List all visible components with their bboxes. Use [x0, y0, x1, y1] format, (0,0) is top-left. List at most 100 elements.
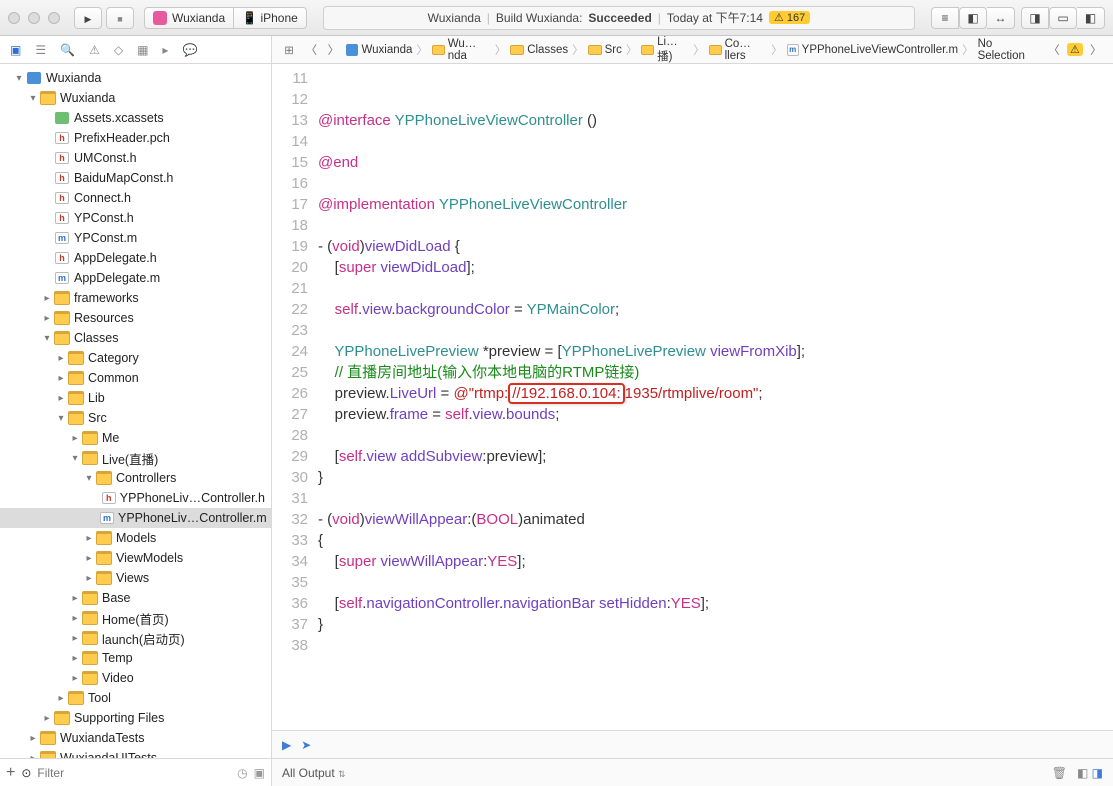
folder-icon — [82, 671, 98, 685]
tree-item-label: Wuxianda — [46, 71, 101, 85]
tree-item[interactable]: ▸WuxiandaTests — [0, 728, 271, 748]
folder-icon — [82, 451, 98, 465]
tree-item[interactable]: ▸Supporting Files — [0, 708, 271, 728]
output-selector[interactable]: All Output ⇅ — [282, 766, 346, 780]
forward-button[interactable]: 〉 — [324, 41, 342, 59]
filter-input[interactable] — [37, 766, 231, 780]
tree-item[interactable]: ▾Wuxianda — [0, 88, 271, 108]
back-button[interactable]: 〈 — [302, 41, 320, 59]
folder-icon — [588, 45, 602, 55]
tree-item[interactable]: ▾Classes — [0, 328, 271, 348]
version-editor-button[interactable]: ↔ — [987, 7, 1015, 29]
project-nav-tab[interactable]: ▣ — [10, 43, 21, 57]
split-console-icon-2[interactable]: ◨ — [1092, 766, 1103, 780]
standard-editor-button[interactable]: ≡ — [931, 7, 959, 29]
code-content[interactable]: @interface YPPhoneLiveViewController () … — [318, 64, 805, 730]
tree-item-label: YPConst.m — [74, 231, 137, 245]
test-nav-tab[interactable]: ◇ — [114, 43, 123, 57]
tree-item[interactable]: ▸Views — [0, 568, 271, 588]
tree-item[interactable]: ▾Wuxianda — [0, 68, 271, 88]
tree-item[interactable]: hYPConst.h — [0, 208, 271, 228]
warning-badge[interactable]: ⚠ 167 — [769, 11, 810, 24]
close-window[interactable] — [8, 12, 20, 24]
tree-item[interactable]: hPrefixHeader.pch — [0, 128, 271, 148]
h-file-icon: h — [54, 251, 70, 265]
tree-item[interactable]: ▸Lib — [0, 388, 271, 408]
toggle-debug-button[interactable]: ▭ — [1049, 7, 1077, 29]
tree-item[interactable]: ▸Category — [0, 348, 271, 368]
tree-item[interactable]: ▸Temp — [0, 648, 271, 668]
jump-prev-issue[interactable]: 〈 — [1045, 41, 1063, 59]
debug-nav-tab[interactable]: ▦ — [137, 43, 148, 57]
navigator-footer: + ⊙ ◷ ▣ — [0, 758, 271, 786]
report-nav-tab[interactable]: 💬 — [182, 43, 197, 57]
related-items-icon[interactable]: ⊞ — [280, 41, 298, 59]
folder-icon — [68, 391, 84, 405]
tree-item-label: YPPhoneLiv…Controller.m — [118, 511, 267, 525]
h-file-icon: h — [54, 171, 70, 185]
tree-item[interactable]: mAppDelegate.m — [0, 268, 271, 288]
tree-item[interactable]: ▸Tool — [0, 688, 271, 708]
minimize-window[interactable] — [28, 12, 40, 24]
folder-icon — [96, 531, 112, 545]
scm-icon[interactable]: ▣ — [254, 766, 265, 780]
tree-item-label: PrefixHeader.pch — [74, 131, 170, 145]
tree-item[interactable]: hBaiduMapConst.h — [0, 168, 271, 188]
folder-icon — [68, 351, 84, 365]
tree-item[interactable]: ▾Src — [0, 408, 271, 428]
stop-button[interactable] — [106, 7, 134, 29]
tree-item[interactable]: m YPPhoneLiv…Controller.m — [0, 508, 271, 528]
tree-item[interactable]: ▸Common — [0, 368, 271, 388]
folder-icon — [40, 91, 56, 105]
tree-item[interactable]: ▸ViewModels — [0, 548, 271, 568]
breakpoint-arrow-icon[interactable]: ➤ — [301, 738, 311, 752]
tree-item[interactable]: ▸Video — [0, 668, 271, 688]
file-tree[interactable]: ▾Wuxianda▾WuxiandaAssets.xcassetshPrefix… — [0, 64, 271, 758]
warning-icon[interactable]: ⚠ — [1067, 43, 1083, 56]
tree-item-label: AppDelegate.h — [74, 251, 157, 265]
toggle-inspector-button[interactable]: ◧ — [1077, 7, 1105, 29]
tree-item[interactable]: h AppDelegate.h — [0, 248, 271, 268]
folder-icon — [709, 45, 722, 55]
h-file-icon: h — [54, 151, 70, 165]
tree-item[interactable]: ▸frameworks — [0, 288, 271, 308]
tree-item[interactable]: mYPConst.m — [0, 228, 271, 248]
tree-item[interactable]: Assets.xcassets — [0, 108, 271, 128]
find-nav-tab[interactable]: 🔍 — [60, 43, 75, 57]
tree-item[interactable]: hUMConst.h — [0, 148, 271, 168]
breakpoint-toggle-icon[interactable]: ▶ — [282, 738, 291, 752]
code-editor[interactable]: 1112131415161718192021222324252627282930… — [272, 64, 1113, 730]
toggle-navigator-button[interactable]: ◨ — [1021, 7, 1049, 29]
tree-item-label: Connect.h — [74, 191, 131, 205]
folder-icon — [510, 45, 524, 55]
tree-item[interactable]: ▾Controllers — [0, 468, 271, 488]
zoom-window[interactable] — [48, 12, 60, 24]
split-console-icon[interactable]: ◧ — [1077, 766, 1088, 780]
tree-item[interactable]: ▸Home(首页) — [0, 608, 271, 628]
scheme-selector[interactable]: Wuxianda 📱 iPhone — [144, 7, 307, 29]
tree-item[interactable]: hYPPhoneLiv…Controller.h — [0, 488, 271, 508]
jump-bar[interactable]: ⊞ 〈 〉 Wuxianda〉 Wu…nda〉 Classes〉 Src〉 Li… — [272, 36, 1113, 64]
activity-status[interactable]: Wuxianda | Build Wuxianda: Succeeded | T… — [323, 6, 915, 30]
tree-item[interactable]: ▸Resources — [0, 308, 271, 328]
clock-icon[interactable]: ◷ — [237, 766, 247, 780]
tree-item[interactable]: ▸WuxiandaUITests — [0, 748, 271, 758]
tree-item[interactable]: ▾Live(直播) — [0, 448, 271, 468]
symbol-nav-tab[interactable]: ☰ — [35, 43, 46, 57]
folder-icon — [54, 331, 70, 345]
tree-item[interactable]: ▸launch(启动页) — [0, 628, 271, 648]
add-button[interactable]: + — [6, 764, 15, 782]
tree-item[interactable]: ▸Me — [0, 428, 271, 448]
breakpoint-nav-tab[interactable]: ▸ — [162, 43, 168, 57]
run-button[interactable] — [74, 7, 102, 29]
assistant-editor-button[interactable]: ◧ — [959, 7, 987, 29]
folder-icon — [68, 691, 84, 705]
tree-item[interactable]: ▸Base — [0, 588, 271, 608]
issue-nav-tab[interactable]: ⚠ — [89, 43, 100, 57]
folder-icon — [82, 611, 98, 625]
jump-next-issue[interactable]: 〉 — [1087, 41, 1105, 59]
tree-item[interactable]: hConnect.h — [0, 188, 271, 208]
clear-console-icon[interactable]: 🗑 — [1052, 766, 1067, 780]
tree-item[interactable]: ▸Models — [0, 528, 271, 548]
m-file-icon: m — [100, 511, 114, 525]
